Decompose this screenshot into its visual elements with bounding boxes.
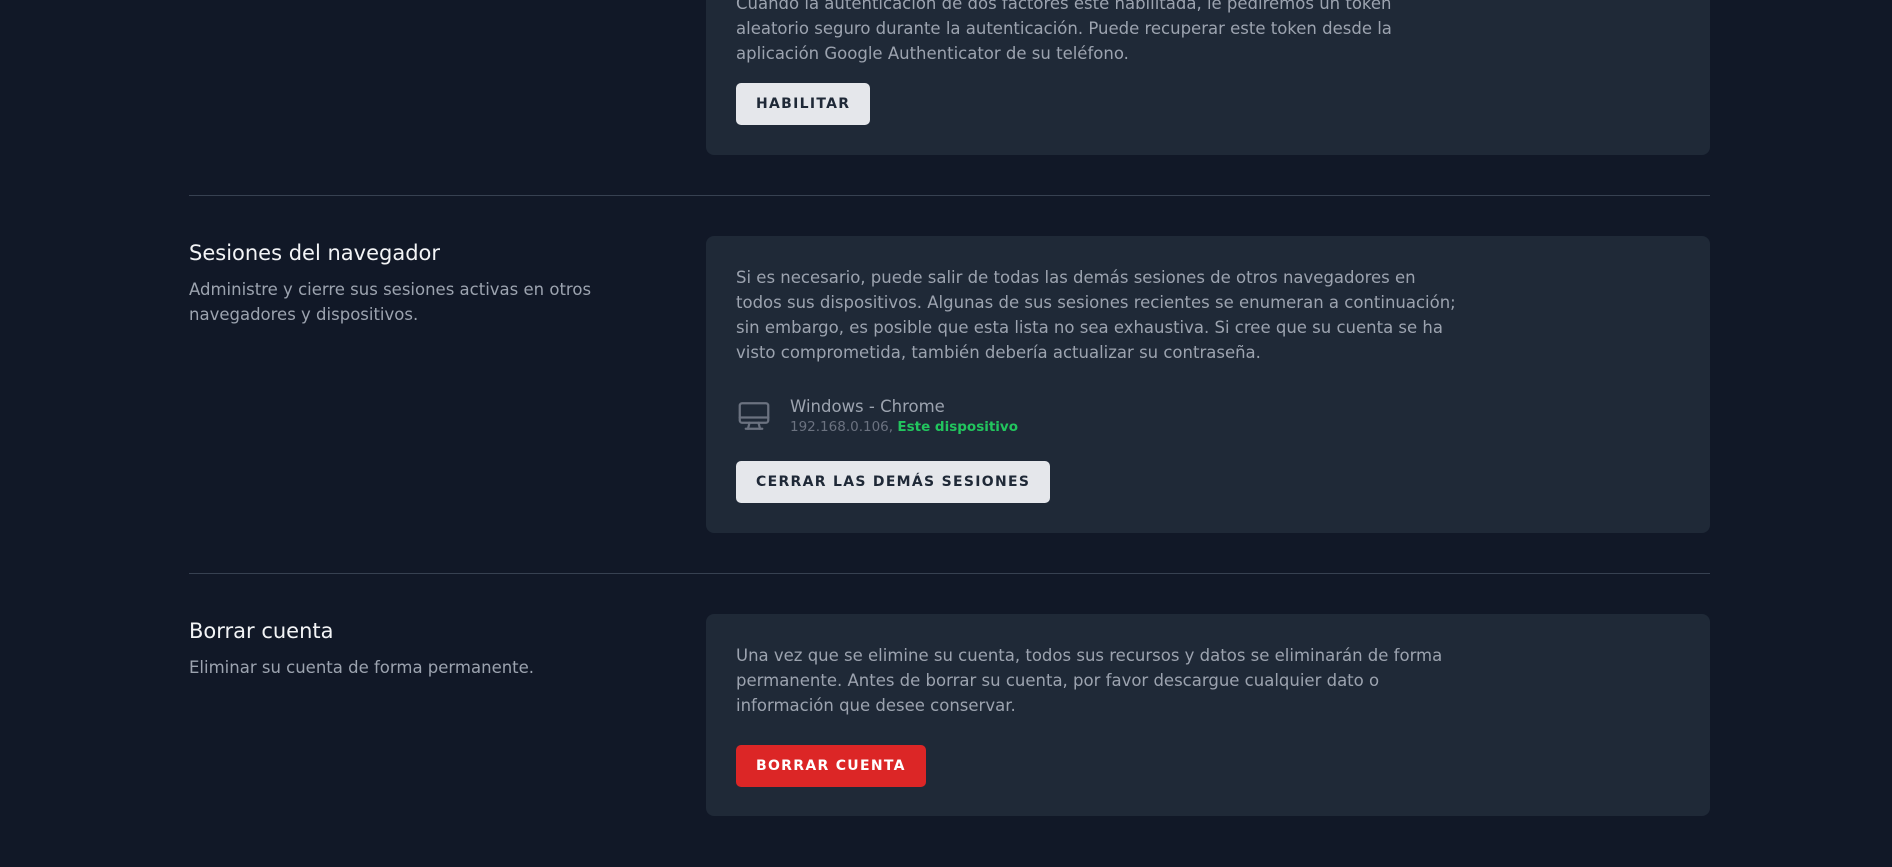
delete-account-card: Una vez que se elimine su cuenta, todos … <box>706 614 1710 816</box>
browser-sessions-subtitle: Administre y cierre sus sesiones activas… <box>189 280 592 324</box>
session-item: Windows - Chrome 192.168.0.106, Este dis… <box>736 394 1018 438</box>
two-factor-description: Cuando la autenticación de dos factores … <box>736 0 1392 63</box>
two-factor-card: Cuando la autenticación de dos factores … <box>706 0 1710 155</box>
desktop-icon <box>738 402 770 430</box>
section-divider <box>189 195 1710 196</box>
delete-account-button[interactable]: Borrar cuenta <box>736 745 926 787</box>
session-info: Windows - Chrome 192.168.0.106, Este dis… <box>790 396 1018 436</box>
browser-sessions-card: Si es necesario, puede salir de todas la… <box>706 236 1710 533</box>
delete-account-title: Borrar cuenta <box>189 619 334 643</box>
browser-sessions-title: Sesiones del navegador <box>189 241 441 265</box>
logout-other-sessions-button[interactable]: Cerrar las demás sesiones <box>736 461 1051 503</box>
current-device-label: Este dispositivo <box>897 419 1019 435</box>
delete-account-subtitle: Eliminar su cuenta de forma permanente. <box>189 658 535 677</box>
delete-account-description: Una vez que se elimine su cuenta, todos … <box>736 646 1443 715</box>
session-name: Windows - Chrome <box>790 397 945 416</box>
session-ip: 192.168.0.106, <box>790 419 894 435</box>
enable-two-factor-button[interactable]: Habilitar <box>736 83 871 125</box>
browser-sessions-description: Si es necesario, puede salir de todas la… <box>736 268 1456 362</box>
settings-page: Cuando la autenticación de dos factores … <box>0 0 1892 867</box>
section-divider <box>189 573 1710 574</box>
session-meta: 192.168.0.106, Este dispositivo <box>790 418 1018 436</box>
